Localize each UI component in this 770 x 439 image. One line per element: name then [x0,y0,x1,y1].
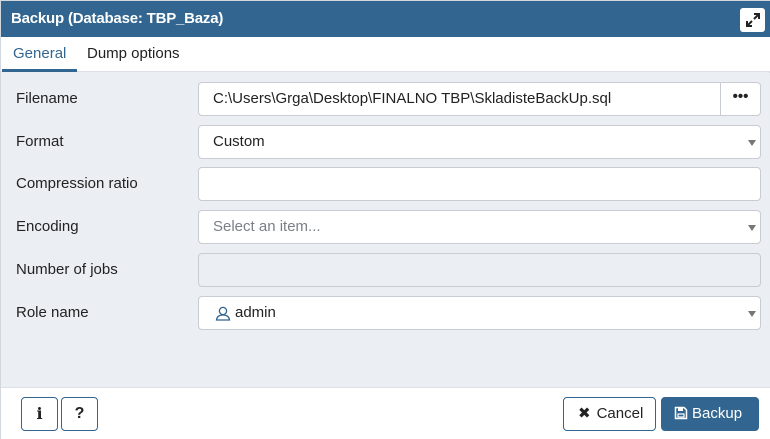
encoding-label: Encoding [16,218,79,235]
format-select[interactable]: Custom [198,125,761,159]
dialog-title: Backup (Database: TBP_Baza) [11,10,224,27]
backup-label: Backup [692,405,743,422]
filename-label: Filename [16,90,78,107]
role-name-select[interactable]: admin [198,296,761,330]
info-button[interactable]: i [21,397,58,431]
role-name-value: admin [235,304,276,321]
filename-input[interactable]: C:\Users\Grga\Desktop\FINALNO TBP\Skladi… [198,82,721,116]
compression-ratio-label: Compression ratio [16,175,138,192]
user-icon [215,306,231,321]
tab-bar: General Dump options [1,37,770,72]
compression-ratio-row: Compression ratio [1,167,770,201]
number-of-jobs-input[interactable] [198,253,761,287]
expand-arrows-icon [745,13,760,27]
format-row: Format Custom [1,125,770,159]
save-icon [674,406,688,420]
format-value: Custom [213,133,265,150]
role-name-label: Role name [16,304,89,321]
format-label: Format [16,133,64,150]
chevron-down-icon [748,311,756,317]
number-of-jobs-row: Number of jobs [1,253,770,287]
tab-general[interactable]: General [2,37,78,72]
compression-ratio-input[interactable] [198,167,761,201]
tab-dump-options[interactable]: Dump options [76,37,191,71]
encoding-select[interactable]: Select an item... [198,210,761,244]
browse-button[interactable]: ••• [720,82,761,116]
number-of-jobs-label: Number of jobs [16,261,118,278]
dialog-footer: i ? ✖ Cancel Backup [1,387,770,439]
cancel-button[interactable]: ✖ Cancel [563,397,656,431]
encoding-placeholder: Select an item... [213,218,321,235]
backup-dialog: Backup (Database: TBP_Baza) General Dump… [0,0,770,439]
general-panel: Filename C:\Users\Grga\Desktop\FINALNO T… [1,73,770,387]
chevron-down-icon [748,140,756,146]
cancel-label: Cancel [596,405,644,422]
encoding-row: Encoding Select an item... [1,210,770,244]
role-name-row: Role name admin [1,296,770,330]
help-button[interactable]: ? [61,397,98,431]
chevron-down-icon [748,225,756,231]
close-icon: ✖ [578,405,591,422]
maximize-button[interactable] [740,8,765,32]
filename-row: Filename C:\Users\Grga\Desktop\FINALNO T… [1,82,770,116]
dialog-titlebar[interactable]: Backup (Database: TBP_Baza) [1,1,770,37]
backup-button[interactable]: Backup [661,397,759,431]
